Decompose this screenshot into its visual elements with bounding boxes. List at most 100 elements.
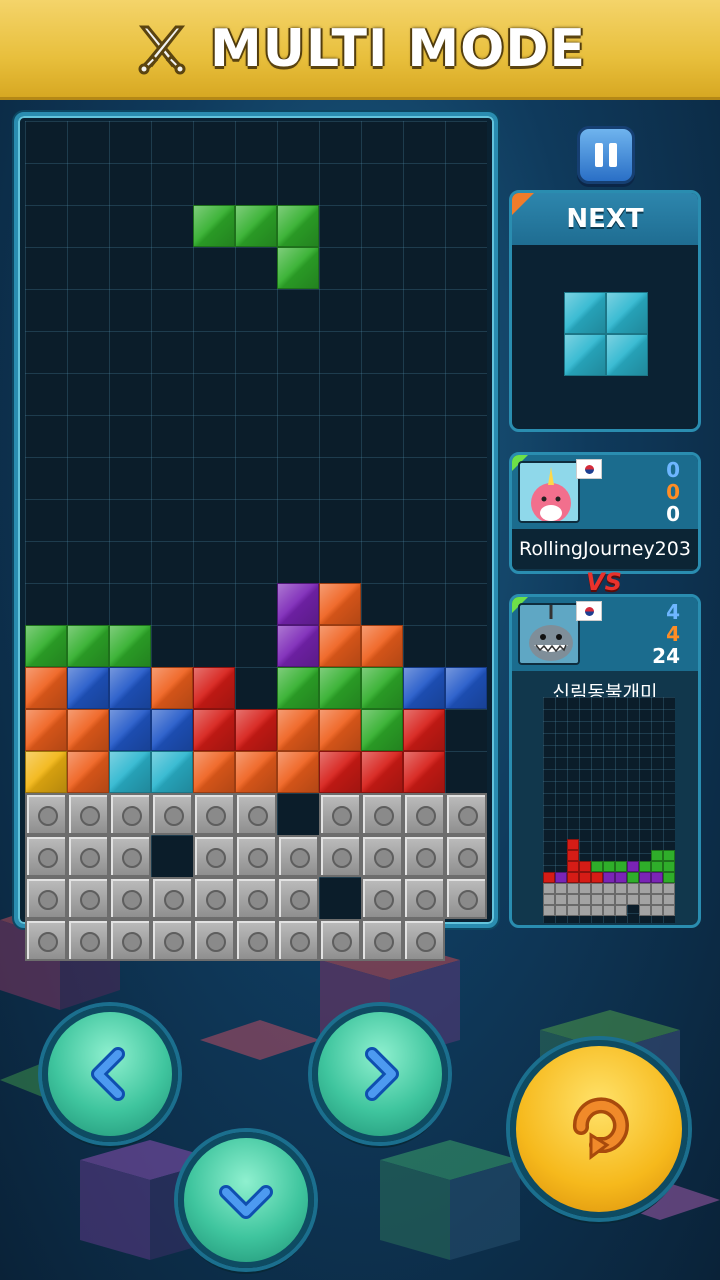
- korea-flag: [576, 459, 602, 479]
- green-block: [67, 625, 109, 667]
- pause-icon-bar: [609, 143, 617, 167]
- opponent-stat-1: 4: [666, 600, 680, 624]
- mini-block: [603, 872, 615, 883]
- next-piece-panel: NEXT: [509, 190, 701, 432]
- mini-block: [543, 872, 555, 883]
- garbage-block: [67, 835, 109, 877]
- mode-title: MULTI MODE: [209, 18, 587, 79]
- mini-block: [651, 861, 663, 872]
- game-board: [25, 121, 487, 961]
- down-arrow-button[interactable]: [178, 1132, 314, 1268]
- green-block: [277, 247, 319, 289]
- mini-garbage-block: [663, 894, 675, 905]
- mini-garbage-block: [639, 905, 651, 916]
- next-piece-preview: [564, 292, 648, 376]
- garbage-block: [319, 835, 361, 877]
- green-block: [235, 205, 277, 247]
- purple-block: [277, 583, 319, 625]
- orange-block: [67, 709, 109, 751]
- mini-garbage-block: [567, 894, 579, 905]
- next-label: NEXT: [512, 193, 698, 245]
- player-stat-3: 0: [666, 502, 680, 526]
- mini-garbage-block: [627, 894, 639, 905]
- mini-block: [663, 861, 675, 872]
- mini-block: [615, 872, 627, 883]
- pause-icon-bar: [595, 143, 603, 167]
- garbage-block: [277, 835, 319, 877]
- mini-block: [663, 872, 675, 883]
- garbage-block: [319, 793, 361, 835]
- garbage-block: [361, 877, 403, 919]
- orange-block: [319, 583, 361, 625]
- mini-garbage-block: [591, 894, 603, 905]
- orange-block: [277, 751, 319, 793]
- mini-garbage-block: [663, 905, 675, 916]
- player-name: RollingJourney203: [512, 529, 698, 569]
- green-block: [109, 625, 151, 667]
- garbage-block: [25, 919, 67, 961]
- mini-garbage-block: [615, 894, 627, 905]
- garbage-block: [403, 919, 445, 961]
- green-block: [277, 667, 319, 709]
- mini-garbage-block: [555, 894, 567, 905]
- garbage-block: [277, 877, 319, 919]
- garbage-block: [193, 793, 235, 835]
- garbage-block: [235, 835, 277, 877]
- purple-block: [277, 625, 319, 667]
- next-piece-block: [606, 334, 648, 376]
- blue-block: [445, 667, 487, 709]
- next-piece-block: [564, 334, 606, 376]
- mini-block: [663, 850, 675, 861]
- green-block: [361, 667, 403, 709]
- right-arrow-button[interactable]: [312, 1006, 448, 1142]
- garbage-block: [319, 919, 361, 961]
- mini-garbage-block: [579, 883, 591, 894]
- mini-block: [567, 861, 579, 872]
- blue-block: [109, 667, 151, 709]
- shark-avatar: [518, 603, 580, 665]
- mini-garbage-block: [543, 905, 555, 916]
- chevron-left-icon: [91, 1047, 125, 1101]
- orange-block: [277, 709, 319, 751]
- mini-garbage-block: [627, 883, 639, 894]
- mini-garbage-block: [615, 883, 627, 894]
- orange-block: [67, 751, 109, 793]
- left-arrow-button[interactable]: [42, 1006, 178, 1142]
- orange-block: [361, 625, 403, 667]
- orange-block: [151, 667, 193, 709]
- red-block: [403, 709, 445, 751]
- mini-block: [555, 872, 567, 883]
- orange-block: [319, 625, 361, 667]
- mini-garbage-block: [603, 905, 615, 916]
- player-stats: 0 0 0: [666, 459, 680, 525]
- pause-button[interactable]: [577, 126, 635, 184]
- green-block: [25, 625, 67, 667]
- chevron-right-icon: [365, 1047, 399, 1101]
- rotate-icon: [572, 1097, 629, 1160]
- orange-block: [25, 709, 67, 751]
- blue-block: [109, 709, 151, 751]
- mini-block: [591, 861, 603, 872]
- red-block: [235, 709, 277, 751]
- mini-block: [579, 861, 591, 872]
- green-block: [361, 709, 403, 751]
- garbage-block: [151, 877, 193, 919]
- mini-garbage-block: [567, 883, 579, 894]
- narwhal-avatar: [518, 461, 580, 523]
- player-card: 0 0 0 RollingJourney203: [509, 452, 701, 574]
- mini-block: [627, 861, 639, 872]
- blue-block: [403, 667, 445, 709]
- mini-garbage-block: [579, 894, 591, 905]
- orange-block: [319, 709, 361, 751]
- mini-garbage-block: [579, 905, 591, 916]
- garbage-block: [25, 835, 67, 877]
- garbage-block: [445, 793, 487, 835]
- korea-flag: [576, 601, 602, 621]
- garbage-block: [109, 919, 151, 961]
- mini-garbage-block: [543, 894, 555, 905]
- garbage-block: [25, 793, 67, 835]
- opponent-stat-3: 24: [652, 644, 680, 668]
- mini-garbage-block: [651, 894, 663, 905]
- rotate-button[interactable]: [510, 1040, 688, 1218]
- mini-garbage-block: [591, 905, 603, 916]
